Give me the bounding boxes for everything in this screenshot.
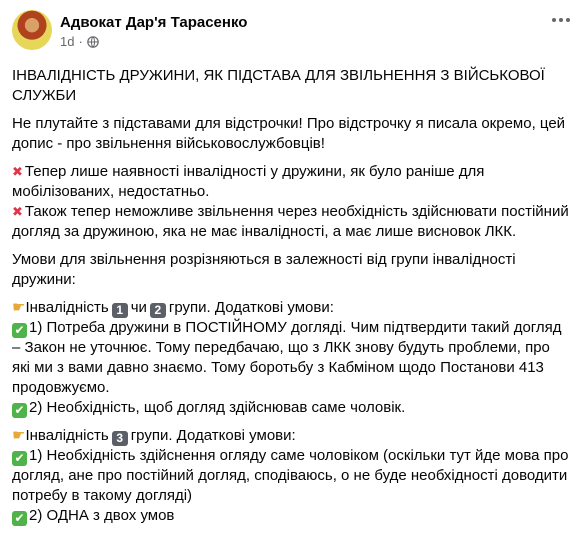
group-3-condition-2-text: 2) ОДНА з двох умов xyxy=(29,507,175,524)
keycap-2-icon: 2 xyxy=(149,303,166,318)
group-1-2-or: чи xyxy=(130,299,147,316)
check-mark-icon: ✔ xyxy=(12,403,27,418)
change-line-2: ✖ Також тепер неможливе звільнення через … xyxy=(12,202,570,242)
meta-separator: · xyxy=(78,34,83,49)
group-1-2-prefix: Інвалідність xyxy=(25,299,109,316)
cross-mark-icon: ✖ xyxy=(12,164,23,179)
change-line-1: ✖ Тепер лише наявності інвалідності у дру… xyxy=(12,162,570,202)
author-name[interactable]: Адвокат Дар'я Тарасенко xyxy=(60,13,247,32)
pointing-hand-icon: ☛ xyxy=(12,299,26,316)
post-time[interactable]: 1d xyxy=(60,33,74,50)
keycap-3-icon: 3 xyxy=(111,431,128,446)
group-1-2-condition-1-text: 1) Потреба дружини в ПОСТІЙНОМУ догляді.… xyxy=(12,319,562,396)
group-1-2-condition-1: ✔ 1) Потреба дружини в ПОСТІЙНОМУ догляді… xyxy=(12,318,570,398)
group-3-suffix: групи. Додаткові умови: xyxy=(130,427,296,444)
post-header: Адвокат Дар'я Тарасенко 1d · xyxy=(12,10,570,56)
keycap-1-icon: 1 xyxy=(111,303,128,318)
group-1-2-section: ☛Інвалідність 1 чи 2 групи. Додаткові умови:… xyxy=(12,298,570,418)
group-3-condition-1: ✔ 1) Необхідність здійснення огляду саме … xyxy=(12,446,570,506)
post-title: ІНВАЛІДНІСТЬ ДРУЖИНИ, ЯК ПІДСТАВА ДЛЯ ЗВ… xyxy=(12,67,545,104)
group-3-heading: ☛Інвалідність 3 групи. Додаткові умови: xyxy=(12,426,570,446)
group-1-2-suffix: групи. Додаткові умови: xyxy=(168,299,334,316)
intro-paragraph: Не плутайте з підставами для відстрочки!… xyxy=(12,115,566,152)
change-text-1: Тепер лише наявності інвалідності у друж… xyxy=(12,163,485,200)
check-mark-icon: ✔ xyxy=(12,511,27,526)
group-3-prefix: Інвалідність xyxy=(25,427,109,444)
globe-icon xyxy=(87,35,99,48)
cross-mark-icon: ✖ xyxy=(12,204,23,219)
post-meta: 1d · xyxy=(60,33,247,50)
conditions-intro: Умови для звільнення розрізняються в зал… xyxy=(12,251,516,288)
changes-paragraph: ✖ Тепер лише наявності інвалідності у дру… xyxy=(12,162,570,242)
check-mark-icon: ✔ xyxy=(12,323,27,338)
group-1-2-heading: ☛Інвалідність 1 чи 2 групи. Додаткові умови: xyxy=(12,298,570,318)
post-body: ІНВАЛІДНІСТЬ ДРУЖИНИ, ЯК ПІДСТАВА ДЛЯ ЗВ… xyxy=(12,66,570,526)
group-1-2-condition-2: ✔ 2) Необхідність, щоб догляд здійснював … xyxy=(12,398,570,418)
avatar[interactable] xyxy=(12,10,52,50)
group-3-condition-1-text: 1) Необхідність здійснення огляду саме ч… xyxy=(12,447,569,504)
facebook-post: Адвокат Дар'я Тарасенко 1d · ІНВАЛІДНІСТ… xyxy=(0,0,586,543)
more-options-icon[interactable] xyxy=(552,18,570,22)
check-mark-icon: ✔ xyxy=(12,451,27,466)
change-text-2: Також тепер неможливе звільнення через н… xyxy=(12,203,569,240)
group-3-section: ☛Інвалідність 3 групи. Додаткові умови: ✔ 1… xyxy=(12,426,570,526)
group-3-condition-2: ✔ 2) ОДНА з двох умов xyxy=(12,506,570,526)
group-1-2-condition-2-text: 2) Необхідність, щоб догляд здійснював с… xyxy=(29,399,406,416)
post-header-info: Адвокат Дар'я Тарасенко 1d · xyxy=(60,10,247,50)
pointing-hand-icon: ☛ xyxy=(12,427,26,444)
